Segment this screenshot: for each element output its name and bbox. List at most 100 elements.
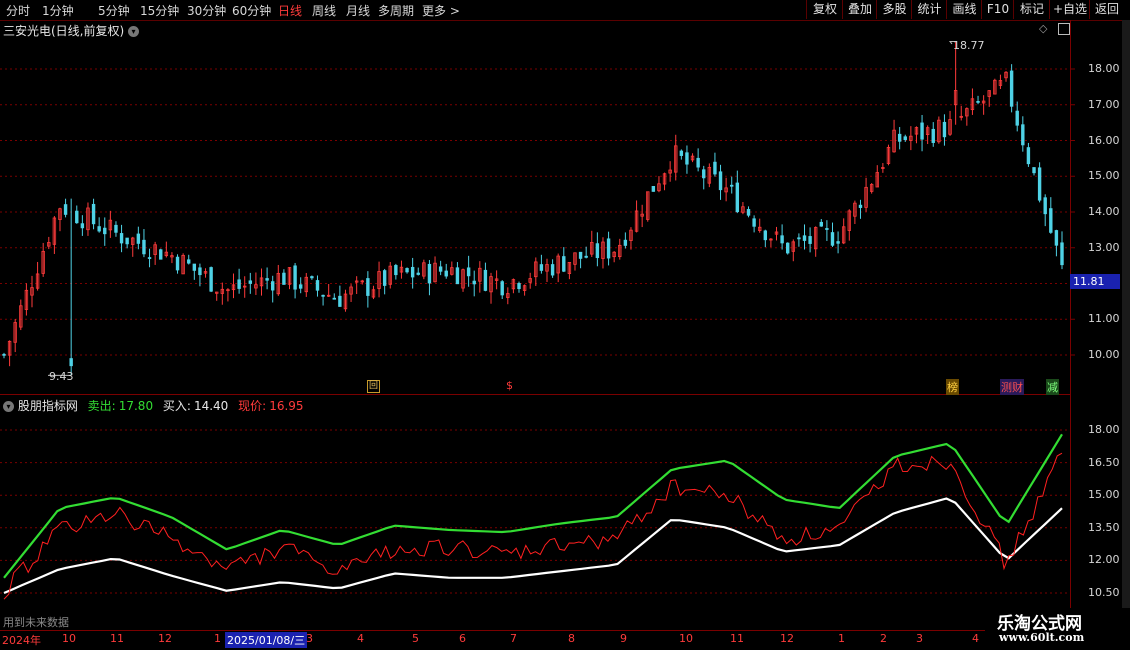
candle: [91, 198, 96, 230]
candle: [651, 186, 656, 192]
candle: [259, 268, 264, 296]
candle-body: [175, 256, 180, 271]
candle-body: [1032, 167, 1036, 174]
candle-body: [920, 122, 924, 140]
right-scroll-strip[interactable]: [1122, 20, 1130, 650]
candle: [690, 153, 695, 163]
candle-body: [735, 182, 740, 213]
candle: [841, 218, 846, 245]
candle-body: [237, 279, 241, 289]
event-marker-dividend[interactable]: $: [506, 379, 513, 392]
candle: [198, 263, 202, 287]
candle-body: [1037, 167, 1042, 201]
candle: [522, 284, 527, 296]
candle-body: [730, 184, 734, 187]
candle-body: [142, 239, 146, 255]
candle: [366, 271, 370, 308]
candle: [735, 170, 740, 214]
candle-body: [410, 266, 415, 278]
candle: [869, 183, 874, 194]
month-label: 9: [620, 632, 627, 645]
candle: [58, 207, 62, 232]
candle: [662, 172, 667, 191]
kline-chart[interactable]: [0, 0, 1130, 650]
candle-body: [679, 150, 684, 156]
candle: [175, 254, 180, 274]
candle-body: [192, 263, 197, 271]
event-marker-finance[interactable]: 测财: [1000, 379, 1024, 395]
candle: [808, 227, 812, 253]
candle: [601, 237, 605, 269]
candle-body: [136, 233, 141, 244]
candle: [237, 268, 241, 294]
candle-body: [69, 358, 73, 367]
candle: [970, 88, 975, 115]
candle: [41, 242, 45, 277]
month-label: 1: [838, 632, 845, 645]
candle: [550, 259, 555, 278]
candle: [220, 282, 225, 305]
month-label: 6: [459, 632, 466, 645]
candle: [142, 229, 146, 258]
candle: [147, 248, 152, 268]
event-marker-reduce[interactable]: 减: [1046, 379, 1059, 395]
candle: [897, 127, 902, 150]
candle: [1015, 101, 1019, 132]
candle: [455, 262, 460, 285]
candle: [959, 105, 963, 121]
candle-body: [942, 121, 947, 138]
candle: [489, 272, 493, 304]
candle-body: [830, 232, 835, 246]
candle: [965, 107, 969, 126]
candle-body: [746, 209, 751, 216]
candle: [282, 269, 286, 285]
watermark: 乐淘公式网 www.60lt.com: [985, 608, 1130, 650]
candle-body: [455, 267, 460, 285]
future-data-note: 用到未来数据: [3, 616, 69, 629]
candle: [80, 215, 85, 236]
month-label: 10: [679, 632, 693, 645]
candle-body: [931, 128, 935, 143]
candle: [466, 255, 471, 287]
candle: [13, 319, 17, 353]
candle: [573, 252, 577, 271]
candle-body: [819, 221, 823, 227]
candle-body: [858, 204, 863, 208]
candle: [685, 145, 689, 174]
candle: [786, 242, 790, 255]
candle: [506, 287, 510, 305]
candle-body: [786, 242, 790, 254]
candle-body: [752, 218, 756, 227]
candle-body: [293, 265, 297, 290]
candle: [170, 252, 174, 264]
candle-body: [517, 283, 521, 290]
candle: [483, 262, 488, 292]
candle-body: [976, 101, 980, 103]
candle: [545, 258, 549, 282]
candle: [909, 126, 913, 151]
chevron-down-icon[interactable]: ▾: [3, 401, 14, 412]
year-label: 2024年: [2, 634, 41, 647]
sell-value: 17.80: [118, 399, 154, 413]
candle: [226, 288, 230, 302]
candle-body: [685, 152, 689, 165]
candle: [612, 251, 616, 263]
candle: [763, 229, 768, 248]
candle-body: [2, 353, 6, 356]
candle: [634, 200, 639, 233]
candle-body: [338, 295, 342, 307]
candle-body: [282, 272, 286, 285]
candle: [713, 152, 717, 177]
candle: [797, 233, 801, 247]
candle-body: [702, 169, 706, 179]
price-value: 16.95: [269, 399, 304, 413]
candle: [159, 248, 163, 260]
candle: [349, 284, 353, 302]
candle: [276, 264, 280, 296]
event-marker-return[interactable]: 回: [367, 380, 380, 393]
candle-body: [147, 257, 152, 259]
candle: [287, 267, 292, 290]
candle: [494, 270, 499, 290]
event-marker-board[interactable]: 榜: [946, 379, 959, 395]
candle: [976, 95, 980, 105]
